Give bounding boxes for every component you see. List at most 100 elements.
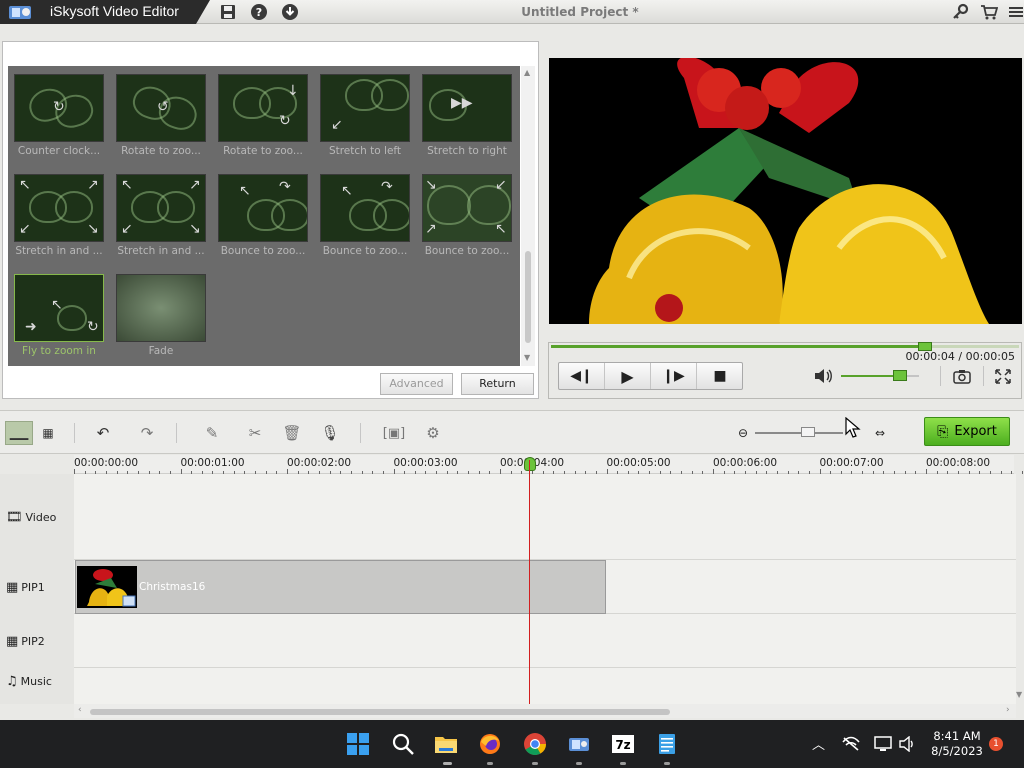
effect-label: Bounce to zoo... xyxy=(220,245,306,257)
effect-thumb[interactable]: ↻ xyxy=(14,74,104,142)
running-indicator xyxy=(532,762,538,765)
menu-icon[interactable] xyxy=(1007,3,1024,21)
effect-thumb[interactable]: ↘ ↙ ↗ ↖ xyxy=(422,174,512,242)
effect-thumb[interactable]: ↺ xyxy=(116,74,206,142)
effect-label: Rotate to zoo... xyxy=(121,145,201,157)
volume-icon[interactable] xyxy=(813,368,833,384)
effects-scrollbar[interactable]: ▲ ▼ xyxy=(521,66,535,366)
crop-icon: [▣] xyxy=(382,425,406,441)
track-video[interactable] xyxy=(74,474,1016,560)
delete-button[interactable]: 🗑 xyxy=(280,421,304,445)
chrome-icon[interactable] xyxy=(523,732,547,756)
time-readout: 00:00:04 / 00:00:05 xyxy=(905,350,1015,363)
svg-text:7z: 7z xyxy=(615,738,630,752)
brand-area: iSkysoft Video Editor xyxy=(0,0,210,24)
arrow-left-icon: ↙ xyxy=(331,117,343,133)
timeline-ruler[interactable]: 00:00:00:00 00:00:01:00 00:00:02:00 00:00:0… xyxy=(74,455,1023,474)
pip-icon: ▦ xyxy=(6,633,19,649)
microphone-icon: 🎙 xyxy=(320,424,340,442)
windows-start-icon[interactable] xyxy=(346,732,370,756)
scroll-thumb[interactable] xyxy=(525,251,531,343)
step-forward-icon: ❙▶ xyxy=(662,368,685,384)
key-icon[interactable] xyxy=(951,3,969,21)
track-music[interactable] xyxy=(74,668,1016,704)
app-title: iSkysoft Video Editor xyxy=(50,3,179,19)
stop-button[interactable]: ■ xyxy=(697,363,743,389)
cart-icon[interactable] xyxy=(980,3,998,21)
scroll-up-icon[interactable]: ▲ xyxy=(524,68,530,77)
edit-button[interactable]: ✎ xyxy=(200,421,224,445)
network-offline-icon[interactable] xyxy=(842,736,860,752)
effect-thumb[interactable]: ▶▶ xyxy=(422,74,512,142)
cut-button[interactable]: ✂ xyxy=(243,421,267,445)
effect-thumb[interactable]: ↓ ↻ xyxy=(218,74,308,142)
volume-handle[interactable] xyxy=(892,370,907,381)
settings-icon: ⚙ xyxy=(426,424,440,442)
advanced-button[interactable]: Advanced xyxy=(380,373,453,395)
speaker-icon[interactable] xyxy=(899,736,917,752)
fit-timeline-button[interactable]: ⇔ xyxy=(868,421,892,445)
snapshot-camera-icon[interactable] xyxy=(953,369,971,384)
timeline-scrollbar[interactable]: ‹ › xyxy=(74,704,1016,718)
system-clock[interactable]: 8:41 AM 8/5/2023 xyxy=(922,729,992,759)
notification-badge[interactable]: 1 xyxy=(989,737,1003,751)
effect-label: Stretch in and ... xyxy=(15,245,103,257)
effect-thumb[interactable] xyxy=(116,274,206,342)
record-voice-button[interactable]: 🎙 xyxy=(318,421,342,445)
download-icon[interactable] xyxy=(281,3,299,21)
timeline-clip[interactable]: Christmas16 xyxy=(75,560,606,614)
crop-button[interactable]: [▣] xyxy=(382,421,406,445)
rotate-arrow-icon: ↺ xyxy=(157,99,169,115)
expand-arrow-icon: ↖ xyxy=(341,183,353,199)
7zip-icon[interactable]: 7z xyxy=(611,732,635,756)
effect-label: Fade xyxy=(148,345,174,357)
iskysoft-app-icon[interactable] xyxy=(567,732,591,756)
track-pip2[interactable] xyxy=(74,614,1016,668)
expand-arrow-icon: ↗ xyxy=(87,177,99,193)
effect-thumb[interactable]: ↖ ↗ ↙ ↘ xyxy=(14,174,104,242)
effect-thumb[interactable]: ↖ ↗ ↙ ↘ xyxy=(116,174,206,242)
scroll-thumb[interactable] xyxy=(90,709,670,715)
firefox-icon[interactable] xyxy=(478,732,502,756)
search-icon[interactable] xyxy=(391,732,415,756)
scroll-left-icon[interactable]: ‹ xyxy=(78,705,82,715)
effect-thumb[interactable]: ↖ ↷ xyxy=(320,174,410,242)
zoom-out-button[interactable]: ⊖ xyxy=(731,421,755,445)
return-button[interactable]: Return xyxy=(461,373,534,395)
scroll-down-icon[interactable]: ▼ xyxy=(1016,690,1022,699)
rotate-arrow-icon: ↻ xyxy=(53,99,65,115)
timeline-view-button[interactable]: ▁▁ xyxy=(5,421,33,445)
next-frame-button[interactable]: ❙▶ xyxy=(651,363,697,389)
previous-frame-button[interactable]: ◀❙ xyxy=(559,363,605,389)
ruler-tick-label: 00:00:01:00 xyxy=(180,457,245,469)
effect-thumb[interactable]: ↖ ↷ xyxy=(218,174,308,242)
running-indicator xyxy=(487,762,493,765)
zoom-slider[interactable] xyxy=(755,432,843,434)
storyboard-view-button[interactable]: ▦ xyxy=(34,421,62,445)
undo-button[interactable]: ↶ xyxy=(91,421,115,445)
effect-label: Bounce to zoo... xyxy=(322,245,408,257)
save-icon[interactable] xyxy=(219,3,237,21)
redo-button[interactable]: ↷ xyxy=(135,421,159,445)
playhead-handle[interactable] xyxy=(524,457,536,471)
display-icon[interactable] xyxy=(874,736,892,752)
effect-label: Bounce to zoo... xyxy=(424,245,510,257)
chevron-up-icon[interactable]: ︿ xyxy=(812,734,825,753)
effect-thumb-selected[interactable]: ➜ ↖ ↻ xyxy=(14,274,104,342)
file-explorer-icon[interactable] xyxy=(434,732,458,756)
clip-thumbnail xyxy=(77,566,137,608)
help-icon[interactable]: ? xyxy=(250,3,268,21)
export-button[interactable]: ⎘ Export xyxy=(924,417,1010,446)
settings-button[interactable]: ⚙ xyxy=(421,421,445,445)
scroll-right-icon[interactable]: › xyxy=(1006,705,1010,715)
effect-thumb[interactable]: ↙ xyxy=(320,74,410,142)
fullscreen-icon[interactable] xyxy=(995,369,1011,384)
zoom-handle[interactable] xyxy=(800,427,815,437)
notepad-icon[interactable] xyxy=(655,732,679,756)
video-preview[interactable] xyxy=(549,58,1022,324)
ruler-tick-label: 00:00:07:00 xyxy=(819,457,884,469)
play-button[interactable]: ▶ xyxy=(605,363,651,389)
rotate-arrow-icon: ↻ xyxy=(279,113,291,129)
expand-arrow-icon: ↙ xyxy=(19,221,31,237)
scroll-down-icon[interactable]: ▼ xyxy=(524,353,530,362)
